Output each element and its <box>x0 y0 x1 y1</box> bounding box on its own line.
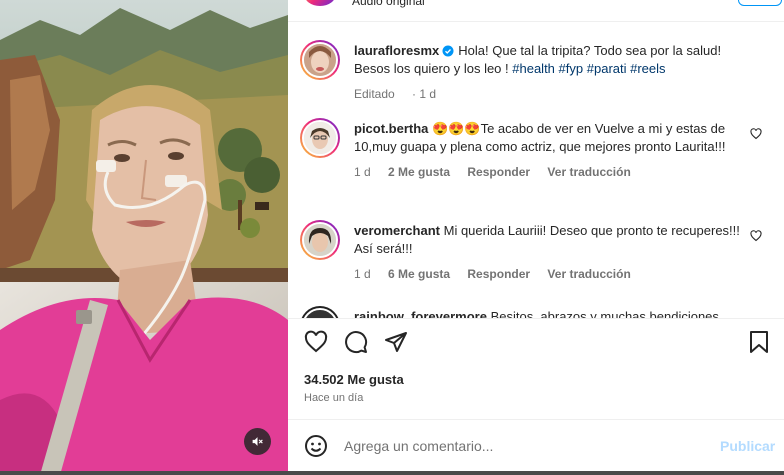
mute-button[interactable] <box>244 428 271 455</box>
comment-composer: Publicar <box>288 420 784 475</box>
paper-plane-icon[interactable] <box>384 330 408 354</box>
heart-icon[interactable] <box>304 330 328 354</box>
author-avatar[interactable] <box>300 40 340 80</box>
bookmark-icon[interactable] <box>748 330 770 354</box>
comment-likes[interactable]: 6 Me gusta <box>388 267 450 281</box>
author-username[interactable]: laurafloresmx <box>354 43 439 58</box>
commenter-avatar[interactable] <box>300 118 340 158</box>
comment-username[interactable]: veromerchant <box>354 223 440 238</box>
heart-icon[interactable] <box>750 128 762 140</box>
hashtag-link[interactable]: #reels <box>630 61 665 76</box>
see-translation-button[interactable]: Ver traducción <box>547 267 630 281</box>
comment-time: 1 d <box>354 165 371 179</box>
audio-label[interactable]: Audio original <box>352 0 425 8</box>
hashtag-link[interactable]: #fyp <box>559 61 584 76</box>
post-timestamp[interactable]: Hace un día <box>304 392 363 404</box>
comment-username[interactable]: picot.bertha <box>354 121 428 136</box>
commenter-avatar[interactable] <box>300 220 340 260</box>
verified-badge-icon <box>442 45 454 57</box>
edited-label: Editado · 1 d <box>354 87 437 101</box>
comment-input[interactable] <box>344 435 704 457</box>
comment-text: Besitos, abrazos y muchas bendiciones <box>490 309 719 318</box>
commenter-avatar[interactable] <box>300 306 340 318</box>
hashtag-link[interactable]: #parati <box>587 61 627 76</box>
comment-bubble-icon[interactable] <box>344 330 368 354</box>
speaker-muted-icon <box>252 437 263 446</box>
comment-likes[interactable]: 2 Me gusta <box>388 165 450 179</box>
comment-meta: 1 d 6 Me gusta Responder Ver traducción <box>354 266 754 282</box>
smiley-icon[interactable] <box>304 434 328 458</box>
hashtag-link[interactable]: #health <box>512 61 555 76</box>
comment-meta: 1 d 2 Me gusta Responder Ver traducción <box>354 164 754 180</box>
see-translation-button[interactable]: Ver traducción <box>547 165 630 179</box>
comment-username[interactable]: rainbow_forevermore <box>354 309 487 318</box>
reply-button[interactable]: Responder <box>467 165 530 179</box>
likes-count[interactable]: 34.502 Me gusta <box>304 372 404 387</box>
video-frame-image <box>0 0 288 475</box>
reply-button[interactable]: Responder <box>467 267 530 281</box>
follow-button[interactable] <box>738 0 782 6</box>
post-panel: Audio original laurafloresmx Hola! Que ta… <box>288 0 784 475</box>
caption-meta: Editado · 1 d <box>354 86 754 102</box>
comment-time: 1 d <box>354 267 371 281</box>
post-media[interactable] <box>0 0 288 475</box>
publish-button[interactable]: Publicar <box>720 438 775 454</box>
author-avatar[interactable] <box>304 0 336 6</box>
comments-section[interactable]: laurafloresmx Hola! Que tal la tripita? T… <box>288 22 784 318</box>
post-header: Audio original <box>288 0 784 22</box>
heart-icon[interactable] <box>750 230 762 242</box>
window-bottom-edge <box>0 471 784 475</box>
post-actions: 34.502 Me gusta Hace un día <box>288 319 784 419</box>
